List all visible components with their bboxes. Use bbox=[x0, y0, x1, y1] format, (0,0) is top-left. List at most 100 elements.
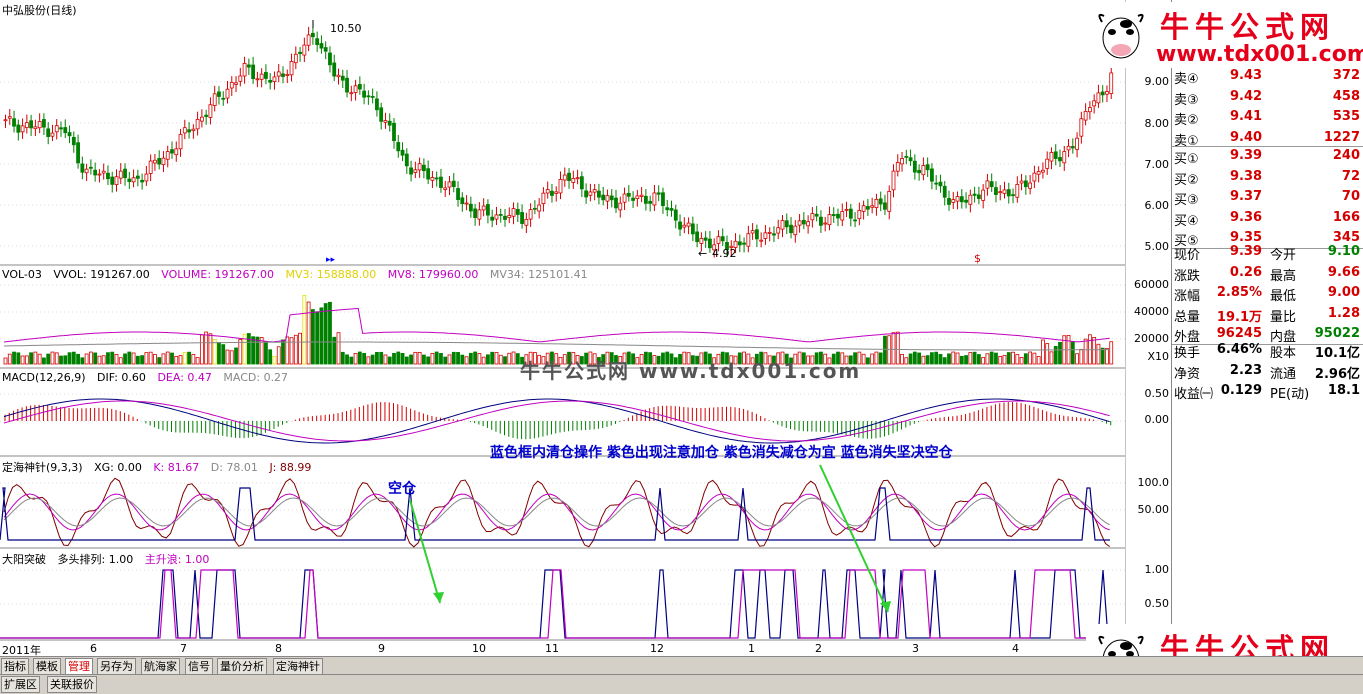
volume-bar bbox=[947, 353, 951, 365]
volume-bar bbox=[16, 352, 21, 365]
candle-body bbox=[63, 127, 68, 134]
candle-body bbox=[562, 174, 567, 181]
tab-6[interactable]: 量价分析 bbox=[217, 658, 267, 675]
volume-bar bbox=[323, 303, 328, 365]
candle-body bbox=[3, 119, 8, 122]
candle-body bbox=[605, 195, 610, 202]
ext-tab-0[interactable]: 扩展区 bbox=[1, 676, 40, 693]
volume-bar bbox=[460, 354, 465, 365]
tab-1[interactable]: 模板 bbox=[33, 658, 61, 675]
volume-bar bbox=[921, 355, 926, 365]
candle-body bbox=[1032, 172, 1037, 182]
candle-body bbox=[981, 189, 986, 201]
tab-5[interactable]: 信号 bbox=[185, 658, 213, 675]
tab-7[interactable]: 定海神针 bbox=[273, 658, 323, 675]
tab-3[interactable]: 另存为 bbox=[97, 658, 136, 675]
candle-body bbox=[968, 194, 973, 205]
volume-bar bbox=[985, 353, 990, 365]
volume-bar bbox=[515, 353, 520, 365]
volume-bar bbox=[1049, 351, 1054, 365]
candle-body bbox=[118, 170, 123, 179]
candle-body bbox=[917, 169, 922, 174]
candle-body bbox=[165, 151, 170, 160]
volume-bar bbox=[904, 357, 909, 365]
volume-bar bbox=[908, 353, 913, 365]
candle-body bbox=[229, 81, 234, 89]
center-watermark: 牛牛公式网 www.tdx001.com bbox=[520, 359, 862, 383]
candle-body bbox=[481, 205, 486, 211]
candle-body bbox=[1109, 72, 1114, 94]
volume-bar bbox=[409, 354, 413, 365]
candle-body bbox=[140, 179, 145, 183]
candle-body bbox=[985, 180, 990, 189]
volume-axis-label: 40000 bbox=[1134, 305, 1169, 318]
candle-body bbox=[170, 149, 174, 154]
candle-body bbox=[182, 127, 187, 134]
volume-bar bbox=[246, 333, 251, 365]
volume-bar bbox=[135, 355, 140, 365]
candle-body bbox=[861, 205, 866, 212]
candle-body bbox=[976, 194, 981, 199]
annotation-arrow bbox=[819, 464, 889, 613]
candle-body bbox=[503, 215, 507, 220]
volume-bar bbox=[238, 339, 243, 365]
candle-body bbox=[703, 237, 708, 241]
candle-body bbox=[626, 192, 631, 197]
candle-body bbox=[310, 32, 315, 38]
volume-bar bbox=[1053, 345, 1058, 365]
candle-body bbox=[33, 126, 38, 130]
candle-body bbox=[669, 208, 674, 211]
candle-body bbox=[50, 132, 55, 137]
volume-bar bbox=[481, 356, 486, 365]
volume-bar bbox=[204, 331, 209, 365]
chart-area[interactable]: 10.50 4.92 ← ▸▸ $ 中弘股份(日线) VOL-03 VVOL: … bbox=[0, 0, 1125, 657]
candle-body bbox=[1087, 107, 1092, 113]
cow-logo-icon bbox=[1098, 13, 1144, 59]
tab-4[interactable]: 航海家 bbox=[141, 658, 180, 675]
candle-body bbox=[332, 62, 337, 77]
candle-body bbox=[1105, 91, 1109, 95]
candle-body bbox=[784, 220, 789, 228]
annotation-arrow bbox=[409, 499, 441, 604]
volume-bar bbox=[447, 354, 452, 365]
candle-body bbox=[848, 208, 853, 219]
volume-bar bbox=[1028, 351, 1033, 365]
candle-body bbox=[947, 198, 951, 205]
volume-bar bbox=[439, 353, 443, 365]
candle-body bbox=[392, 122, 396, 142]
volume-bar bbox=[392, 353, 396, 365]
watermark-title: 牛牛公式网 bbox=[1160, 10, 1336, 44]
volume-bar bbox=[97, 355, 102, 365]
candle-body bbox=[127, 178, 132, 182]
volume-bar bbox=[7, 353, 12, 365]
candle-body bbox=[396, 142, 401, 152]
candle-body bbox=[498, 214, 503, 216]
volume-unit-label: X10 bbox=[1147, 350, 1169, 363]
tab-2[interactable]: 管理 bbox=[65, 658, 93, 675]
candle-body bbox=[29, 120, 34, 129]
volume-bar bbox=[298, 332, 302, 365]
candle-body bbox=[264, 71, 268, 79]
indicator-lines bbox=[3, 307, 1110, 548]
tab-0[interactable]: 指标 bbox=[1, 658, 29, 675]
candle-body bbox=[635, 195, 640, 199]
volume-bar bbox=[421, 354, 426, 365]
candle-body bbox=[652, 192, 657, 206]
dytp-axis-label: 0.50 bbox=[1144, 597, 1170, 610]
vvol-value: VVOL: 191267.00 bbox=[53, 268, 150, 281]
volume-bar bbox=[1011, 351, 1015, 365]
bid-row: 买④ 9.36 166 bbox=[1174, 209, 1360, 229]
candle-body bbox=[490, 216, 495, 221]
volume-bar bbox=[255, 336, 260, 365]
ask-row: 卖② 9.41 535 bbox=[1174, 109, 1360, 128]
volume-bar bbox=[1109, 341, 1114, 365]
candle-body bbox=[643, 195, 648, 204]
volume-bar bbox=[332, 336, 337, 365]
candle-body bbox=[16, 124, 21, 133]
volume-bar bbox=[306, 301, 311, 365]
candle-body bbox=[234, 82, 238, 85]
ext-tab-1[interactable]: 关联报价 bbox=[47, 676, 97, 693]
candle-body bbox=[1019, 180, 1024, 184]
volume-bar bbox=[106, 352, 110, 365]
candle-body bbox=[268, 79, 273, 83]
